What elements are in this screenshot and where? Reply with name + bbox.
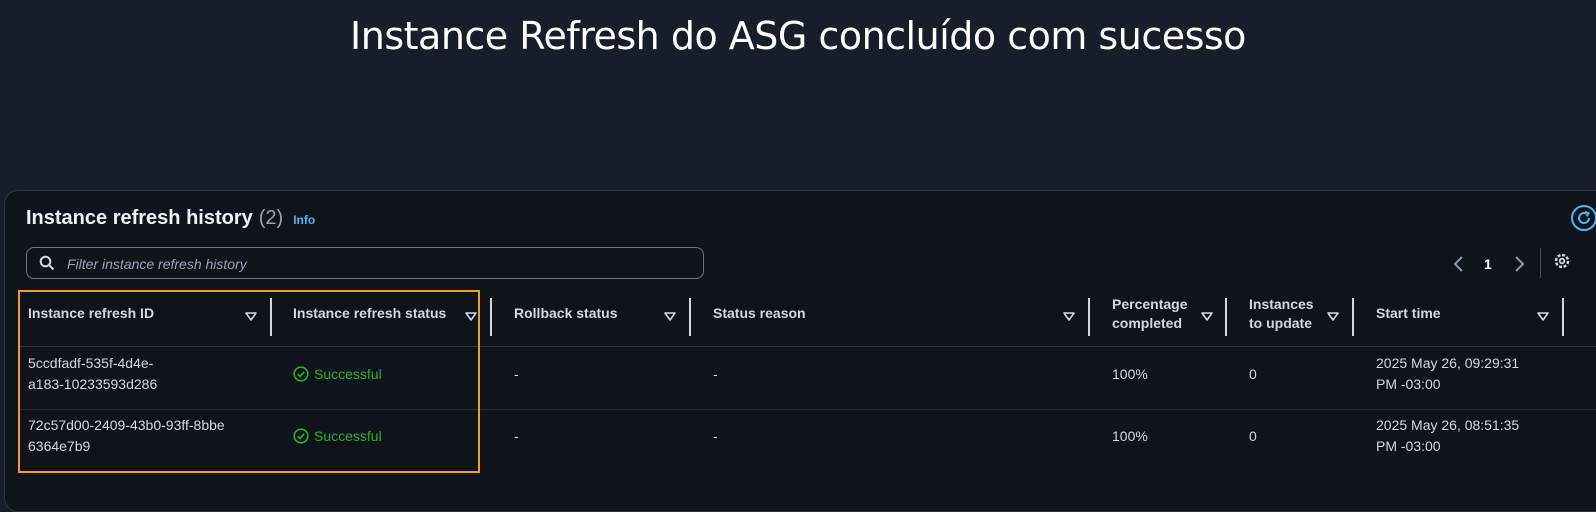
chevron-left-icon [1453,256,1463,272]
panel-heading: Instance refresh history (2) Info [26,207,315,230]
settings-button[interactable] [1553,252,1571,275]
panel-count: (2) [258,207,284,229]
search-input[interactable] [65,252,689,276]
filter-triangle-icon[interactable] [664,312,676,322]
column-header-instances-to-update[interactable]: Instances to update [1249,295,1314,333]
column-header-percentage-completed[interactable]: Percentage completed [1112,295,1187,333]
status-reason-cell: - [713,366,718,382]
current-page-number[interactable]: 1 [1484,252,1492,276]
filter-triangle-icon[interactable] [1201,312,1213,322]
start-time-text: 2025 May 26, 08:51:35 [1376,417,1520,433]
filter-triangle-icon[interactable] [1063,312,1075,322]
filter-triangle-icon[interactable] [1537,312,1549,322]
filter-search-box[interactable] [26,247,704,279]
start-time-cell: 2025 May 26, 09:29:31 PM -03:00 [1376,353,1519,395]
next-page-button[interactable] [1512,252,1526,276]
column-resizer[interactable] [1562,298,1564,336]
highlight-box [18,290,480,473]
column-resizer[interactable] [490,298,492,336]
column-header-rollback-status[interactable]: Rollback status [514,304,617,323]
banner-title: Instance Refresh do ASG concluído com su… [350,14,1246,58]
rollback-status-cell: - [514,428,519,444]
start-time-text: PM -03:00 [1376,376,1441,392]
percentage-completed-cell: 100% [1112,428,1148,444]
pager-divider [1540,248,1541,278]
previous-page-button[interactable] [1452,252,1466,276]
instances-to-update-cell: 0 [1249,366,1257,382]
filter-triangle-icon[interactable] [1327,312,1339,322]
start-time-text: 2025 May 26, 09:29:31 [1376,355,1520,371]
gear-icon [1554,253,1570,269]
column-header-label: Start time [1376,305,1441,321]
column-header-label: Rollback status [514,305,618,321]
search-icon [39,255,55,271]
column-header-start-time[interactable]: Start time [1376,304,1441,323]
start-time-text: PM -03:00 [1376,438,1441,454]
column-header-status-reason[interactable]: Status reason [713,304,806,323]
column-resizer[interactable] [1225,298,1227,336]
panel-title: Instance refresh history [26,207,253,229]
instances-to-update-cell: 0 [1249,428,1257,444]
refresh-icon [1578,210,1591,224]
column-resizer[interactable] [689,298,691,336]
column-header-label: to update [1249,315,1312,331]
column-header-label: Status reason [713,305,806,321]
refresh-button[interactable] [1571,205,1596,231]
column-header-label: Percentage [1112,296,1188,312]
column-resizer[interactable] [1088,298,1090,336]
status-reason-cell: - [713,428,718,444]
chevron-right-icon [1515,256,1525,272]
column-header-label: Instances [1249,296,1314,312]
column-header-label: completed [1112,315,1183,331]
start-time-cell: 2025 May 26, 08:51:35 PM -03:00 [1376,415,1519,457]
column-resizer[interactable] [1352,298,1354,336]
info-link[interactable]: Info [293,213,315,227]
percentage-completed-cell: 100% [1112,366,1148,382]
rollback-status-cell: - [514,366,519,382]
